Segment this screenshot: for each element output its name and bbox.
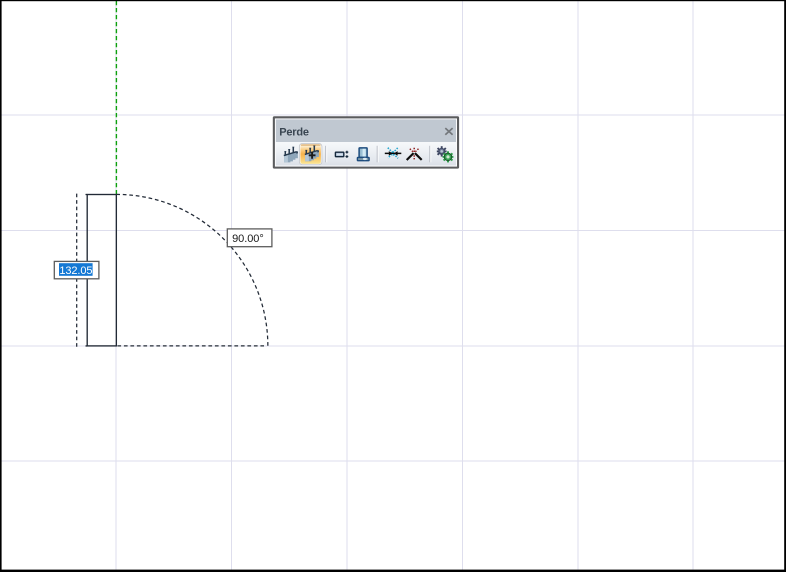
svg-text:90.00°: 90.00° — [232, 233, 264, 245]
svg-text:Perde: Perde — [279, 127, 309, 139]
svg-text:132.05: 132.05 — [59, 265, 92, 277]
